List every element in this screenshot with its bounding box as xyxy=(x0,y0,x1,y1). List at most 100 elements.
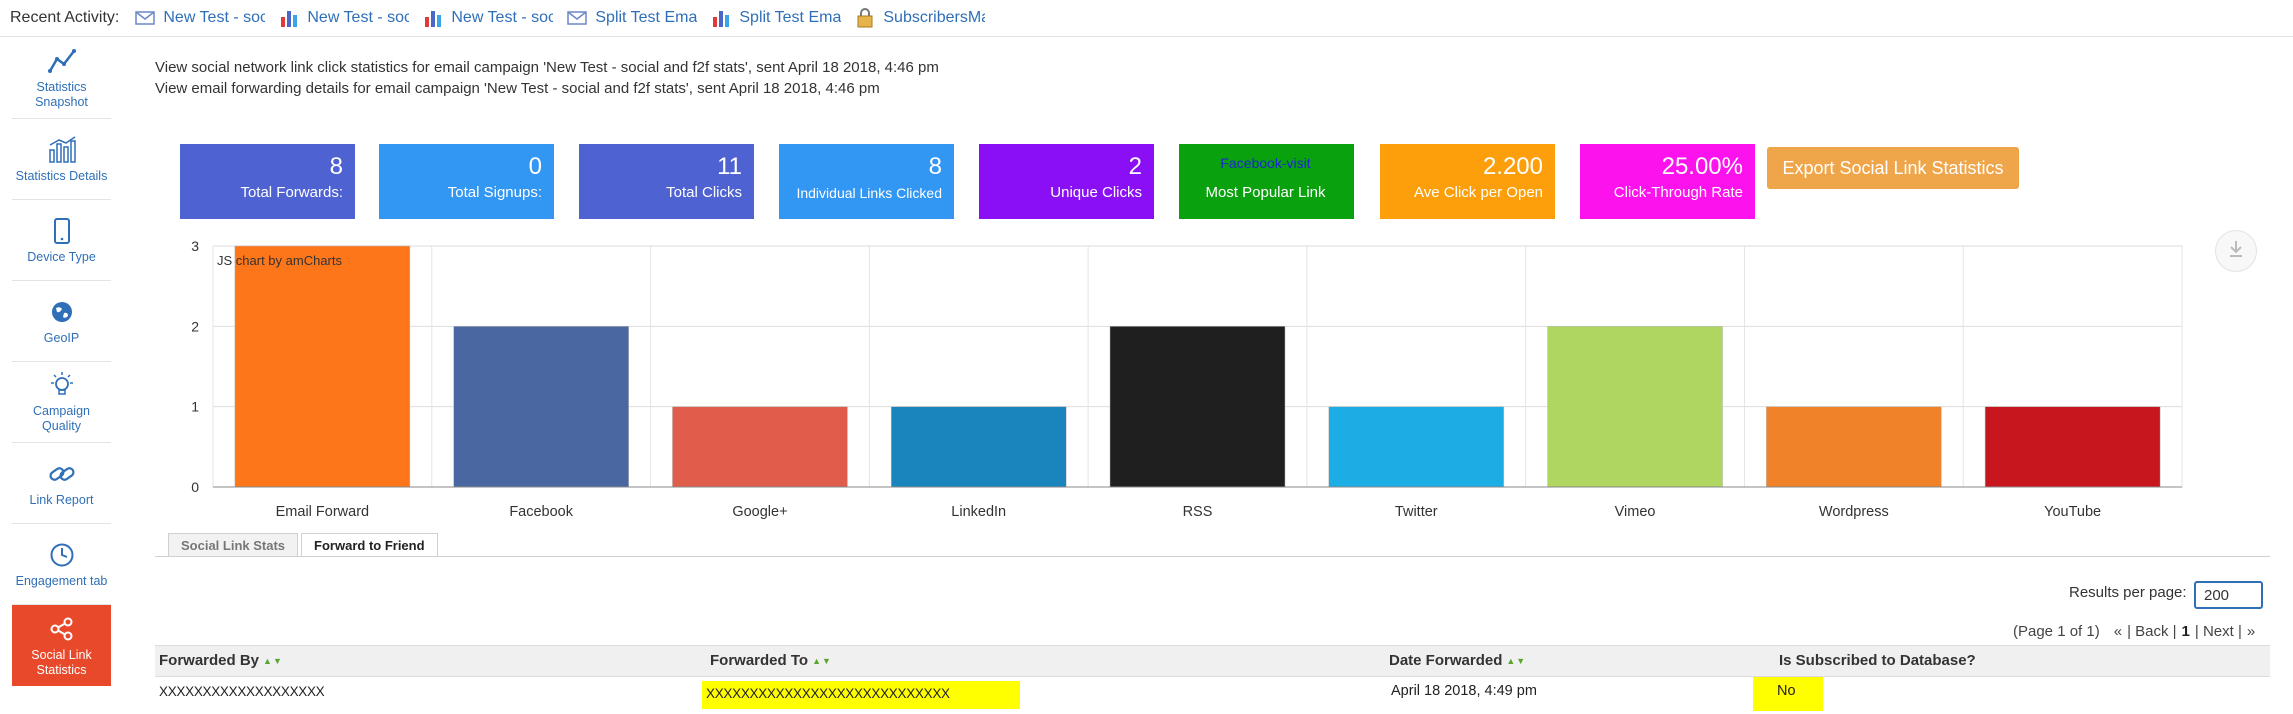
recent-activity-bar: Recent Activity: New Test - soc New Test… xyxy=(0,0,2293,37)
bar xyxy=(1766,406,1942,488)
stat-label: Most Popular Link xyxy=(1205,184,1326,201)
recent-item[interactable]: New Test - soc xyxy=(133,6,265,30)
is-subscribed-cell: No xyxy=(1753,677,1823,711)
last-page-link[interactable]: » xyxy=(2247,623,2255,640)
x-tick-label: LinkedIn xyxy=(951,504,1006,520)
lock-icon xyxy=(853,6,877,30)
lightbulb-icon xyxy=(48,370,76,400)
tab-bar: Social Link Stats Forward to Friend xyxy=(168,533,441,557)
stat-value: 8 xyxy=(329,153,343,180)
download-icon xyxy=(2228,240,2244,263)
stat-value: 0 xyxy=(528,153,542,180)
stat-label: Ave Click per Open xyxy=(1414,184,1543,201)
stat-label: Total Signups: xyxy=(447,184,542,201)
column-header-label: Forwarded To xyxy=(710,652,809,669)
sidebar-item-geoip[interactable]: GeoIP xyxy=(12,281,111,362)
y-tick-label: 0 xyxy=(191,479,199,495)
stat-tile-unique-clicks: 2 Unique Clicks xyxy=(979,144,1154,219)
column-header-label: Is Subscribed to Database? xyxy=(1779,652,1976,669)
recent-item[interactable]: Split Test Emai xyxy=(565,6,697,30)
stat-value: 8 xyxy=(928,153,942,180)
sidebar-item-label: Device Type xyxy=(27,249,96,264)
sort-arrows-icon[interactable]: ▲ ▼ xyxy=(812,656,832,666)
bar xyxy=(1109,326,1286,488)
x-tick-label: Twitter xyxy=(1395,504,1438,520)
column-header-date-forwarded[interactable]: Date Forwarded ▲ ▼ xyxy=(1389,652,1526,669)
sidebar-item-label: Statistics Snapshot xyxy=(35,80,88,109)
bar xyxy=(453,326,629,488)
sort-arrows-icon[interactable]: ▲ ▼ xyxy=(263,656,283,666)
sidebar-item-engagement-tab[interactable]: Engagement tab xyxy=(12,524,111,605)
bar-chart-svg: 0 1 2 3 Email Forward Facebook Google+ LinkedIn… xyxy=(191,238,2183,520)
stat-value: 11 xyxy=(717,153,742,180)
recent-item-label: Split Test Emai xyxy=(595,9,698,26)
sidebar: Statistics Snapshot Statistics Details D… xyxy=(12,38,111,686)
sidebar-item-device-type[interactable]: Device Type xyxy=(12,200,111,281)
stat-tile-ave-click-per-open: 2.200 Ave Click per Open xyxy=(1380,144,1555,219)
recent-item[interactable]: New Test - soc xyxy=(277,6,409,30)
line-chart-icon xyxy=(47,46,77,76)
stat-tile-click-through-rate: 25.00% Click-Through Rate xyxy=(1580,144,1755,219)
x-tick-label: Email Forward xyxy=(276,504,369,520)
stat-label: Total Clicks xyxy=(666,184,742,201)
page-info: (Page 1 of 1) xyxy=(2013,623,2100,640)
next-link[interactable]: | Next | xyxy=(2195,623,2242,640)
envelope-icon xyxy=(565,6,589,30)
stat-tile-individual-links-clicked: 8 Individual Links Clicked xyxy=(779,144,954,219)
bar xyxy=(890,406,1067,488)
bar xyxy=(234,245,411,488)
most-popular-link-value[interactable]: Facebook-visit xyxy=(1189,152,1342,174)
chart-export-menu-button[interactable] xyxy=(2215,230,2257,272)
recent-item-label: New Test - soc xyxy=(163,9,266,26)
sidebar-item-statistics-details[interactable]: Statistics Details xyxy=(12,119,111,200)
tab-social-link-stats[interactable]: Social Link Stats xyxy=(168,533,299,557)
export-social-link-statistics-button[interactable]: Export Social Link Statistics xyxy=(1767,147,2019,189)
share-icon xyxy=(49,614,75,644)
recent-item[interactable]: Split Test Emai xyxy=(709,6,841,30)
bar xyxy=(672,406,848,488)
first-page-link[interactable]: « xyxy=(2114,623,2122,640)
recent-item[interactable]: SubscribersMa xyxy=(853,6,985,30)
bar-chart-detail-icon xyxy=(47,135,77,165)
column-header-forwarded-by[interactable]: Forwarded By ▲ ▼ xyxy=(159,652,283,669)
forwarding-info-text: View email forwarding details for email … xyxy=(155,80,880,97)
recent-item-label: New Test - soc xyxy=(451,9,554,26)
x-tick-label: YouTube xyxy=(2044,504,2101,520)
forwarded-by-cell: XXXXXXXXXXXXXXXXXXX xyxy=(159,684,325,699)
table-row: XXXXXXXXXXXXXXXXXXX XXXXXXXXXXXXXXXXXXXX… xyxy=(155,677,2270,714)
stat-value: 25.00% xyxy=(1661,153,1743,180)
recent-item-label: Split Test Emai xyxy=(739,9,842,26)
bar-chart-icon xyxy=(277,6,301,30)
sidebar-item-label: Campaign Quality xyxy=(33,404,90,433)
column-header-label: Forwarded By xyxy=(159,652,260,669)
envelope-icon xyxy=(133,6,157,30)
bar-chart-icon xyxy=(421,6,445,30)
sidebar-item-campaign-quality[interactable]: Campaign Quality xyxy=(12,362,111,443)
results-per-page-input[interactable] xyxy=(2194,581,2263,609)
stat-tile-total-signups: 0 Total Signups: xyxy=(379,144,554,219)
stat-tile-most-popular-link: Facebook-visit Most Popular Link xyxy=(1179,144,1354,219)
tab-divider xyxy=(155,556,2270,557)
stat-label: Unique Clicks xyxy=(1050,184,1142,201)
x-tick-label: Vimeo xyxy=(1615,504,1656,520)
column-header-is-subscribed: Is Subscribed to Database? xyxy=(1779,652,1976,669)
sidebar-item-statistics-snapshot[interactable]: Statistics Snapshot xyxy=(12,38,111,119)
back-link[interactable]: | Back | xyxy=(2127,623,2176,640)
forwarded-to-cell: XXXXXXXXXXXXXXXXXXXXXXXXXXXX xyxy=(702,681,1020,709)
column-header-forwarded-to[interactable]: Forwarded To ▲ ▼ xyxy=(710,652,832,669)
tab-forward-to-friend[interactable]: Forward to Friend xyxy=(301,533,438,557)
sidebar-item-link-report[interactable]: Link Report xyxy=(12,443,111,524)
chart-credit: JS chart by amCharts xyxy=(217,253,342,268)
sidebar-item-social-link-statistics[interactable]: Social Link Statistics xyxy=(12,605,111,686)
x-tick-label: Google+ xyxy=(732,504,787,520)
recent-item-label: SubscribersMa xyxy=(883,9,986,26)
column-header-label: Date Forwarded xyxy=(1389,652,1503,669)
link-icon xyxy=(48,459,76,489)
stat-tile-total-forwards: 8 Total Forwards: xyxy=(180,144,355,219)
sort-arrows-icon[interactable]: ▲ ▼ xyxy=(1506,656,1526,666)
x-tick-label: Wordpress xyxy=(1819,504,1889,520)
stat-value: 2 xyxy=(1128,153,1142,180)
social-stats-info-text: View social network link click statistic… xyxy=(155,59,939,76)
y-tick-label: 1 xyxy=(191,399,199,415)
recent-item[interactable]: New Test - soc xyxy=(421,6,553,30)
